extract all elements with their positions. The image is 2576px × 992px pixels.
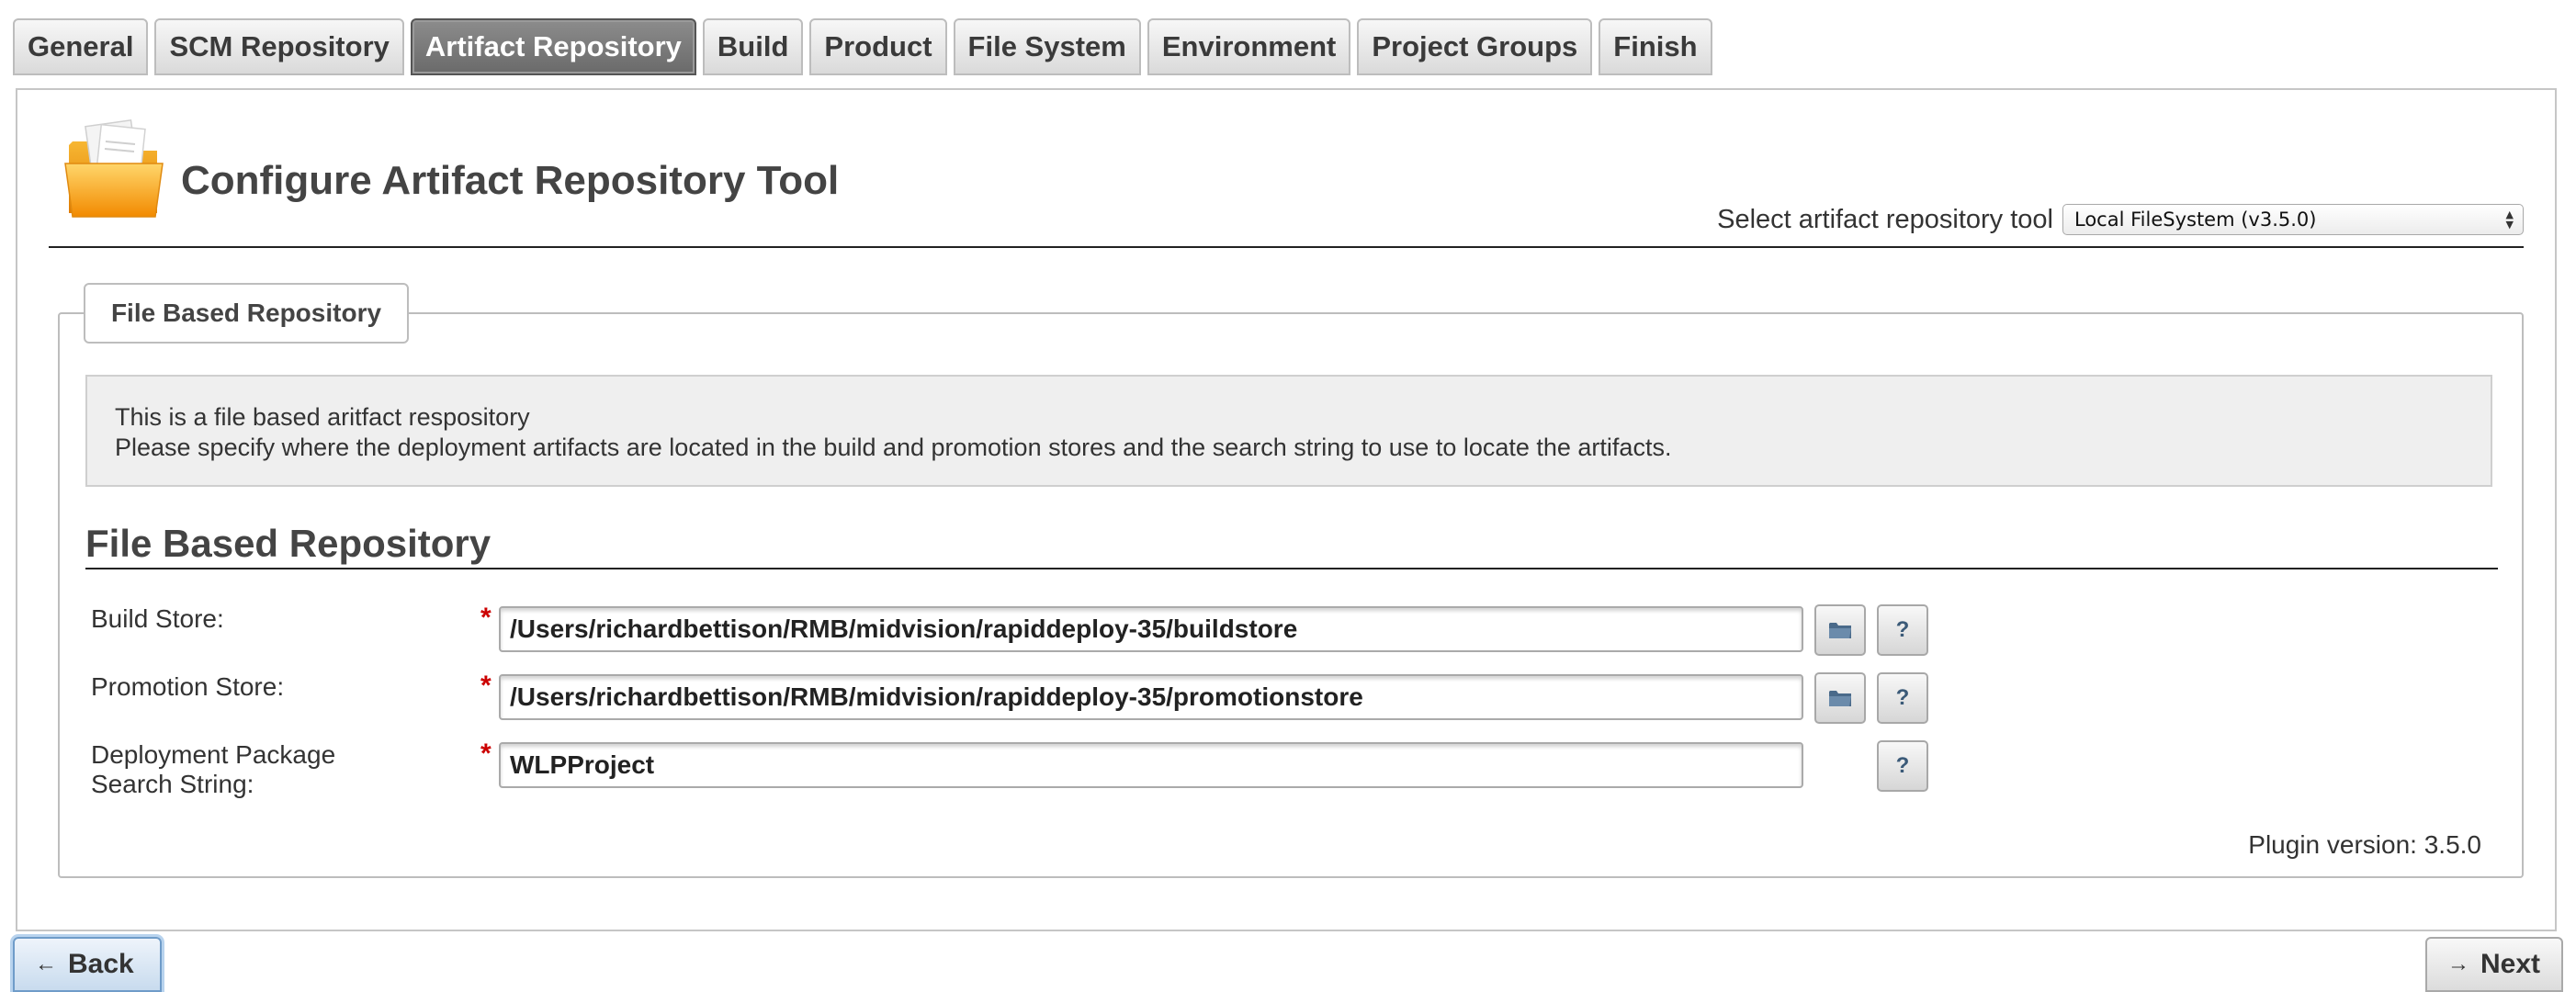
artifact-tool-select[interactable]: Local FileSystem (v3.5.0) ▲ ▼: [2062, 204, 2524, 235]
build-store-label: Build Store:: [91, 604, 224, 633]
info-line-1: This is a file based aritfact respositor…: [115, 403, 530, 431]
arrow-left-icon: ←: [35, 952, 57, 976]
promotion-store-help-button[interactable]: ?: [1877, 672, 1928, 724]
promotion-store-row: Promotion Store: * ?: [91, 671, 1928, 727]
next-button[interactable]: → Next: [2425, 937, 2563, 992]
build-store-input[interactable]: [499, 606, 1803, 652]
search-string-input[interactable]: [499, 742, 1803, 788]
build-store-row: Build Store: * ?: [91, 603, 1928, 659]
tab-build[interactable]: Build: [702, 18, 804, 75]
folder-icon: [1829, 691, 1851, 706]
fieldset-legend: File Based Repository: [84, 283, 409, 344]
promotion-store-label: Promotion Store:: [91, 672, 285, 701]
folder-documents-icon: [64, 118, 164, 218]
next-button-label: Next: [2480, 949, 2541, 979]
search-string-label-line-2: Search String:: [91, 770, 254, 798]
tab-finish[interactable]: Finish: [1599, 18, 1712, 75]
back-button[interactable]: ← Back: [13, 937, 162, 992]
select-arrows-icon: ▲ ▼: [2505, 209, 2514, 231]
tab-general[interactable]: General: [13, 18, 149, 75]
tab-scm-repository[interactable]: SCM Repository: [154, 18, 404, 75]
title-divider: [49, 246, 2524, 248]
tool-select-value: Local FileSystem (v3.5.0): [2074, 209, 2317, 231]
plugin-version: Plugin version: 3.5.0: [2248, 830, 2481, 859]
search-string-label: Deployment Package Search String:: [91, 740, 394, 799]
search-string-help-button[interactable]: ?: [1877, 740, 1928, 792]
folder-icon: [1829, 623, 1851, 638]
wizard-tabs: General SCM Repository Artifact Reposito…: [13, 18, 1712, 79]
help-icon: ?: [1895, 753, 1910, 778]
info-line-2: Please specify where the deployment arti…: [115, 434, 1672, 461]
arrow-right-icon: →: [2447, 952, 2469, 976]
tab-artifact-repository[interactable]: Artifact Repository: [410, 18, 696, 75]
required-marker: *: [480, 603, 491, 633]
build-store-help-button[interactable]: ?: [1877, 604, 1928, 656]
page-title: Configure Artifact Repository Tool: [181, 158, 840, 203]
back-button-label: Back: [68, 949, 134, 979]
tool-select-group: Select artifact repository tool Local Fi…: [1717, 204, 2524, 235]
search-string-label-line-1: Deployment Package: [91, 740, 336, 769]
promotion-store-input[interactable]: [499, 674, 1803, 720]
section-divider: [85, 568, 2498, 569]
promotion-store-browse-button[interactable]: [1814, 672, 1866, 724]
tab-environment[interactable]: Environment: [1147, 18, 1351, 75]
tab-product[interactable]: Product: [809, 18, 947, 75]
required-marker: *: [480, 671, 491, 701]
build-store-browse-button[interactable]: [1814, 604, 1866, 656]
search-string-row: Deployment Package Search String: * ?: [91, 738, 1928, 798]
tab-file-system[interactable]: File System: [953, 18, 1141, 75]
required-marker: *: [480, 738, 491, 769]
tab-project-groups[interactable]: Project Groups: [1357, 18, 1593, 75]
info-message: This is a file based aritfact respositor…: [85, 375, 2492, 487]
help-icon: ?: [1895, 685, 1910, 710]
help-icon: ?: [1895, 617, 1910, 642]
section-heading: File Based Repository: [85, 522, 491, 565]
main-panel: Configure Artifact Repository Tool Selec…: [16, 88, 2557, 931]
tool-select-label: Select artifact repository tool: [1717, 204, 2053, 234]
